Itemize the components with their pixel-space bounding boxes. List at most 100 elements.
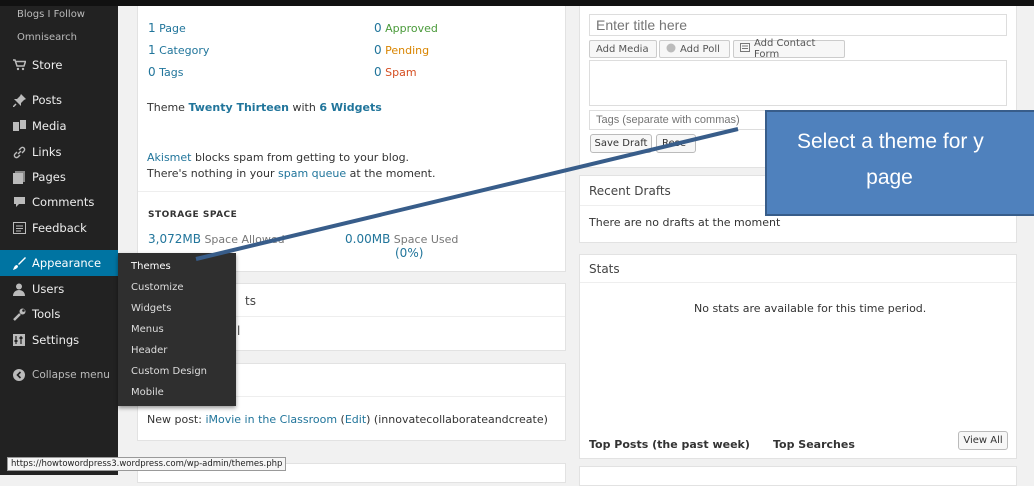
approved-count[interactable]: 0 Approved: [374, 21, 438, 35]
theme-prefix: Theme: [147, 101, 189, 114]
storage-used-percent: (0%): [395, 246, 423, 260]
widgets-link[interactable]: 6 Widgets: [319, 101, 381, 114]
edit-post-link[interactable]: Edit: [345, 413, 366, 426]
annotation-callout: Select a theme for y page: [765, 110, 1034, 216]
theme-name-link[interactable]: Twenty Thirteen: [188, 101, 289, 114]
submenu-item-custom-design[interactable]: Custom Design: [118, 361, 236, 382]
right-now-panel: 1 Page 1 Category 0 Tags 0 Approved 0 Pe…: [137, 4, 566, 272]
sidebar-item-media[interactable]: Media: [0, 113, 118, 139]
count-number: 0: [148, 65, 156, 79]
top-posts-title: Top Posts (the past week): [589, 438, 750, 451]
appearance-submenu: Themes Customize Widgets Menus Header Cu…: [118, 253, 236, 406]
count-label: Pending: [385, 44, 430, 57]
storage-used-value: 0.00MB: [345, 232, 391, 246]
sidebar-item-links[interactable]: Links: [0, 139, 118, 165]
comment-icon: [12, 195, 26, 209]
feedback-icon: [12, 221, 26, 235]
theme-info: Theme Twenty Thirteen with 6 Widgets: [147, 101, 382, 114]
count-number: 1: [148, 43, 156, 57]
cart-icon: [12, 58, 26, 72]
link-icon: [12, 145, 26, 159]
top-searches-title: Top Searches: [773, 438, 855, 451]
akismet-text: blocks spam from getting to your blog.: [191, 151, 410, 164]
user-icon: [12, 282, 26, 296]
sidebar-item-users[interactable]: Users: [0, 276, 118, 302]
sidebar-item-label: Store: [32, 58, 63, 72]
recent-post-prefix: New post:: [147, 413, 206, 426]
sidebar-item-pages[interactable]: Pages: [0, 164, 118, 190]
collapse-menu-button[interactable]: Collapse menu: [0, 362, 118, 388]
sidebar-item-omnisearch[interactable]: Omnisearch: [0, 27, 118, 47]
collapse-icon: [12, 368, 26, 382]
sidebar-item-label: Links: [32, 145, 62, 159]
recent-post-link[interactable]: iMovie in the Classroom: [205, 413, 337, 426]
settings-icon: [12, 333, 26, 347]
storage-used-label: Space Used: [390, 233, 459, 246]
post-content-textarea[interactable]: [589, 60, 1007, 106]
recent-post-line: New post: iMovie in the Classroom (Edit)…: [147, 413, 548, 426]
count-label: Approved: [385, 22, 438, 35]
post-title-input[interactable]: [589, 14, 1007, 36]
sidebar-item-settings[interactable]: Settings: [0, 327, 118, 353]
form-icon: [740, 43, 750, 55]
submenu-item-header[interactable]: Header: [118, 340, 236, 361]
sidebar-item-tools[interactable]: Tools: [0, 301, 118, 327]
recent-drafts-empty: There are no drafts at the moment: [589, 216, 781, 229]
submenu-item-widgets[interactable]: Widgets: [118, 298, 236, 319]
submenu-item-themes[interactable]: Themes: [118, 256, 236, 277]
submenu-item-customize[interactable]: Customize: [118, 277, 236, 298]
spam-queue-prefix: There's nothing in your: [147, 167, 279, 180]
sidebar-item-label: Settings: [32, 333, 80, 347]
sidebar-item-label: Tools: [32, 307, 61, 321]
stats-title: Stats: [580, 255, 1016, 283]
media-icon: [12, 119, 26, 133]
tags-count[interactable]: 0 Tags: [148, 65, 184, 79]
admin-top-bar: [0, 0, 1034, 6]
spam-queue-info: There's nothing in your spam queue at th…: [147, 167, 435, 180]
add-poll-label: Add Poll: [680, 43, 720, 55]
bottom-right-panel: [579, 466, 1017, 486]
sidebar-item-label: Collapse menu: [32, 369, 110, 381]
count-number: 1: [148, 21, 156, 35]
admin-sidebar: Blogs I Follow Omnisearch Store Posts Me…: [0, 0, 118, 475]
sidebar-item-posts[interactable]: Posts: [0, 87, 118, 113]
categories-count[interactable]: 1 Category: [148, 43, 209, 57]
add-contact-form-label: Add Contact Form: [754, 38, 816, 60]
add-contact-form-button[interactable]: Add Contact Form: [733, 38, 845, 60]
status-bar-url: https://howtowordpress3.wordpress.com/wp…: [7, 457, 287, 471]
count-number: 0: [374, 21, 382, 35]
sidebar-item-blogs-i-follow[interactable]: Blogs I Follow: [0, 4, 118, 24]
wrench-icon: [12, 307, 26, 321]
submenu-item-mobile[interactable]: Mobile: [118, 382, 236, 403]
spam-queue-link[interactable]: spam queue: [278, 167, 346, 180]
storage-allowed: 3,072MB Space Allowed: [148, 232, 285, 246]
sidebar-item-appearance[interactable]: Appearance: [0, 250, 118, 276]
sidebar-item-store[interactable]: Store: [0, 52, 118, 78]
sidebar-item-label: Feedback: [32, 221, 87, 235]
callout-line-1: Select a theme for y: [797, 130, 984, 153]
pages-count[interactable]: 1 Page: [148, 21, 186, 35]
view-all-button[interactable]: View All: [958, 431, 1008, 450]
add-poll-button[interactable]: Add Poll: [659, 40, 730, 58]
submenu-item-menus[interactable]: Menus: [118, 319, 236, 340]
akismet-link[interactable]: Akismet: [147, 151, 191, 164]
sidebar-item-label: Pages: [32, 170, 66, 184]
storage-space-title: STORAGE SPACE: [148, 210, 238, 220]
akismet-info: Akismet blocks spam from getting to your…: [147, 151, 409, 164]
count-label: Tags: [159, 66, 184, 79]
stats-empty: No stats are available for this time per…: [694, 302, 927, 315]
sidebar-item-label: Blogs I Follow: [17, 8, 85, 20]
reset-button[interactable]: Rese: [656, 134, 696, 153]
save-draft-button[interactable]: Save Draft: [590, 134, 652, 153]
sidebar-item-comments[interactable]: Comments: [0, 189, 118, 215]
spam-queue-suffix: at the moment.: [346, 167, 436, 180]
partial-panel-text: l: [237, 324, 241, 338]
divider: [138, 191, 565, 192]
callout-line-2: page: [866, 166, 913, 189]
spam-count[interactable]: 0 Spam: [374, 65, 417, 79]
add-media-button[interactable]: Add Media: [589, 40, 657, 58]
count-label: Category: [159, 44, 210, 57]
pending-count[interactable]: 0 Pending: [374, 43, 429, 57]
count-number: 0: [374, 65, 382, 79]
sidebar-item-feedback[interactable]: Feedback: [0, 215, 118, 241]
